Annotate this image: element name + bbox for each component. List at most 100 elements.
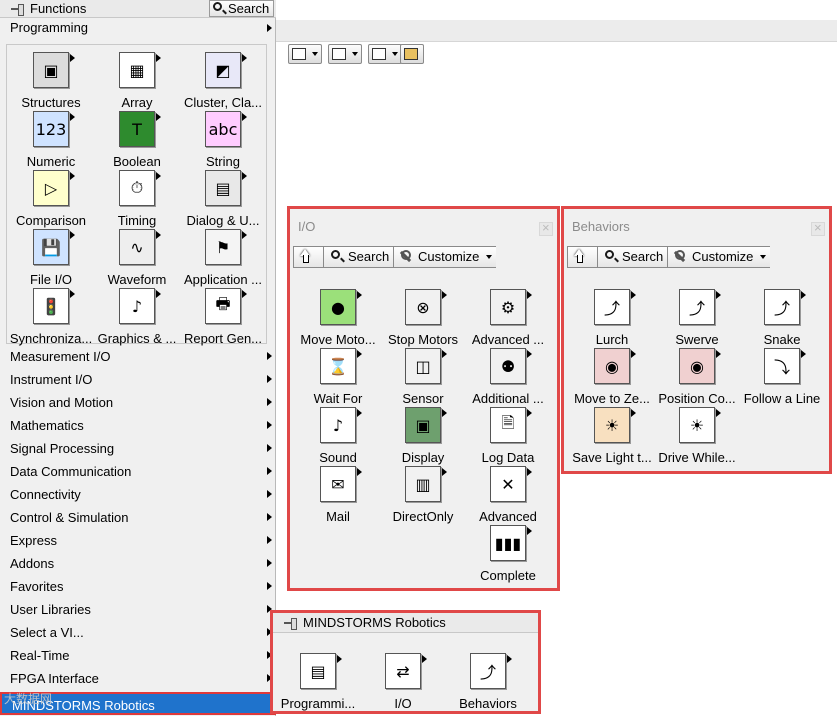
icon-glyph: ▤	[206, 171, 240, 205]
palette-item[interactable]: 🖶 Report Gen...	[180, 288, 266, 346]
palette-item[interactable]: ⇄ I/O	[360, 653, 446, 711]
subpalette-arrow-icon	[156, 54, 161, 62]
pin-icon[interactable]	[10, 3, 24, 16]
palette-item[interactable]: 123 Numeric	[8, 111, 94, 169]
palette-item[interactable]: ◩ Cluster, Cla...	[180, 52, 266, 110]
chevron-right-icon	[267, 24, 272, 32]
palette-item[interactable]: ✉ Mail	[295, 466, 381, 524]
palette-item[interactable]: ◫ Sensor	[380, 348, 466, 406]
category-item[interactable]: Select a VI...	[0, 621, 276, 644]
dropdown-arrow-icon	[760, 255, 766, 259]
palette-item[interactable]: ▮▮▮ Complete	[465, 525, 551, 583]
palette-item[interactable]: ◉ Position Co...	[654, 348, 740, 406]
align-objects-button[interactable]	[288, 44, 322, 64]
palette-item[interactable]: ☀ Drive While...	[654, 407, 740, 465]
up-button[interactable]	[294, 247, 324, 267]
close-icon[interactable]	[539, 220, 553, 236]
palette-item[interactable]: 💾 File I/O	[8, 229, 94, 287]
item-label: Programmi...	[280, 696, 356, 711]
palette-item[interactable]: ⤴ Behaviors	[445, 653, 531, 711]
reorder-button[interactable]	[368, 44, 402, 64]
palette-item[interactable]: ▣ Display	[380, 407, 466, 465]
palette-item[interactable]: ⚉ Additional ...	[465, 348, 551, 406]
close-icon[interactable]	[811, 220, 825, 236]
palette-item[interactable]: ▦ Array	[94, 52, 180, 110]
palette-item[interactable]: ⏱ Timing	[94, 170, 180, 228]
palette-item[interactable]: 🗎 Log Data	[465, 407, 551, 465]
palette-item[interactable]: ⤴ Snake	[739, 289, 825, 347]
item-label: Move Moto...	[300, 332, 376, 347]
io-search-button[interactable]: Search	[324, 247, 394, 267]
icon-glyph: abc	[206, 112, 240, 146]
palette-item[interactable]: ✕ Advanced	[465, 466, 551, 524]
behaviors-search-button[interactable]: Search	[598, 247, 668, 267]
palette-item[interactable]: abc String	[180, 111, 266, 169]
palette-item[interactable]: ⤴ Swerve	[654, 289, 740, 347]
palette-item[interactable]: ◉ Move to Ze...	[569, 348, 655, 406]
category-item[interactable]: Connectivity	[0, 483, 276, 506]
subpalette-arrow-icon	[242, 231, 247, 239]
lurch-icon: ⤴	[594, 289, 636, 325]
category-item[interactable]: Addons	[0, 552, 276, 575]
palette-item[interactable]: 🚦 Synchroniza...	[8, 288, 94, 346]
search-icon	[605, 250, 614, 259]
cleanup-diagram-button[interactable]	[400, 44, 424, 64]
icon-glyph: ◉	[595, 349, 629, 383]
palette-item[interactable]: ▤ Programmi...	[275, 653, 361, 711]
palette-item[interactable]: ⤴ Lurch	[569, 289, 655, 347]
category-item[interactable]: Real-Time	[0, 644, 276, 667]
item-label: Comparison	[15, 213, 87, 228]
functions-search-button[interactable]: Search	[209, 0, 275, 17]
category-item[interactable]: Control & Simulation	[0, 506, 276, 529]
search-label: Search	[348, 249, 390, 264]
icon-glyph: ◩	[206, 53, 240, 87]
icon-glyph: ▣	[34, 53, 68, 87]
category-item[interactable]: User Libraries	[0, 598, 276, 621]
category-item[interactable]: Measurement I/O	[0, 345, 276, 368]
palette-item[interactable]: ● Move Moto...	[295, 289, 381, 347]
palette-item[interactable]: ∿ Waveform	[94, 229, 180, 287]
icon-glyph: ⌛	[321, 349, 355, 383]
io-palette-title: I/O	[298, 219, 316, 234]
item-label: Log Data	[481, 450, 535, 465]
wait-for-icon: ⌛	[320, 348, 362, 384]
icon-glyph: ◉	[680, 349, 714, 383]
palette-item[interactable]: ⊗ Stop Motors	[380, 289, 466, 347]
drive-while-icon: ☀	[679, 407, 721, 443]
subpalette-arrow-icon	[442, 291, 447, 299]
subpalette-arrow-icon	[507, 655, 512, 663]
category-item[interactable]: Mathematics	[0, 414, 276, 437]
palette-item[interactable]: ▥ DirectOnly	[380, 466, 466, 524]
subpalette-arrow-icon	[527, 350, 532, 358]
io-customize-button[interactable]: Customize	[394, 247, 496, 267]
palette-item[interactable]: ⚙ Advanced ...	[465, 289, 551, 347]
category-item[interactable]: Instrument I/O	[0, 368, 276, 391]
palette-item[interactable]: ♪ Graphics & ...	[94, 288, 180, 346]
palette-item[interactable]: ⤵ Follow a Line	[739, 348, 825, 406]
distribute-objects-button[interactable]	[328, 44, 362, 64]
palette-item[interactable]: ▤ Dialog & U...	[180, 170, 266, 228]
category-item[interactable]: Express	[0, 529, 276, 552]
category-item[interactable]: Favorites	[0, 575, 276, 598]
palette-item[interactable]: ⚑ Application ...	[180, 229, 266, 287]
pin-icon[interactable]	[283, 617, 297, 630]
icon-glyph: ♪	[321, 408, 355, 442]
palette-item[interactable]: ▣ Structures	[8, 52, 94, 110]
category-item[interactable]: Signal Processing	[0, 437, 276, 460]
subpalette-arrow-icon	[716, 409, 721, 417]
category-item[interactable]: FPGA Interface	[0, 667, 276, 690]
category-item-label: Real-Time	[10, 648, 70, 663]
category-item[interactable]: Vision and Motion	[0, 391, 276, 414]
category-item[interactable]: Data Communication	[0, 460, 276, 483]
programming-icon: ▤	[300, 653, 342, 689]
up-button[interactable]	[568, 247, 598, 267]
palette-item[interactable]: ♪ Sound	[295, 407, 381, 465]
palette-item[interactable]: T Boolean	[94, 111, 180, 169]
palette-item[interactable]: ▷ Comparison	[8, 170, 94, 228]
subpalette-arrow-icon	[156, 290, 161, 298]
palette-item[interactable]: ⌛ Wait For	[295, 348, 381, 406]
behaviors-customize-button[interactable]: Customize	[668, 247, 770, 267]
background-window-strip	[276, 20, 837, 42]
programming-category-header[interactable]: Programming	[0, 19, 276, 37]
palette-item[interactable]: ☀ Save Light t...	[569, 407, 655, 465]
